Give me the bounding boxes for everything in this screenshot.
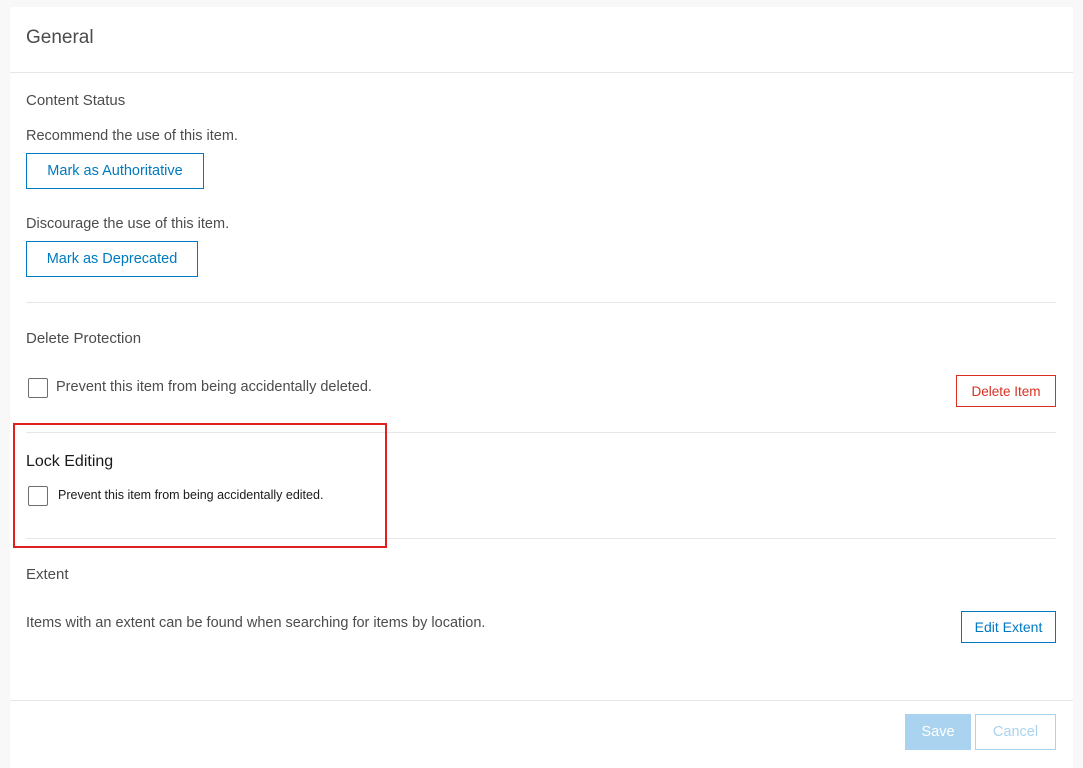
lock-editing-title: Lock Editing [26,453,114,470]
panel-header: General [10,7,1073,73]
delete-protection-title: Delete Protection [26,330,142,347]
extent-description: Items with an extent can be found when s… [26,615,486,631]
save-button[interactable]: Save [905,714,971,750]
settings-panel: General Content Status Recommend the use… [10,7,1073,768]
lock-editing-checkbox[interactable] [28,486,48,506]
extent-title: Extent [26,566,69,583]
recommend-description: Recommend the use of this item. [26,128,238,144]
section-divider [26,538,1056,539]
section-divider [26,432,1056,433]
highlight-annotation-box [13,423,387,548]
delete-protection-checkbox[interactable] [28,378,48,398]
delete-item-button[interactable]: Delete Item [956,375,1056,407]
lock-editing-label: Prevent this item from being accidentall… [58,488,324,502]
discourage-description: Discourage the use of this item. [26,216,230,232]
mark-deprecated-button[interactable]: Mark as Deprecated [26,241,198,277]
content-status-title: Content Status [26,92,126,109]
edit-extent-button[interactable]: Edit Extent [961,611,1056,643]
section-divider [26,302,1056,303]
page-title: General [26,27,94,48]
footer-divider [10,700,1073,701]
cancel-button[interactable]: Cancel [975,714,1056,750]
mark-authoritative-button[interactable]: Mark as Authoritative [26,153,204,189]
delete-protection-label: Prevent this item from being accidentall… [56,379,372,395]
